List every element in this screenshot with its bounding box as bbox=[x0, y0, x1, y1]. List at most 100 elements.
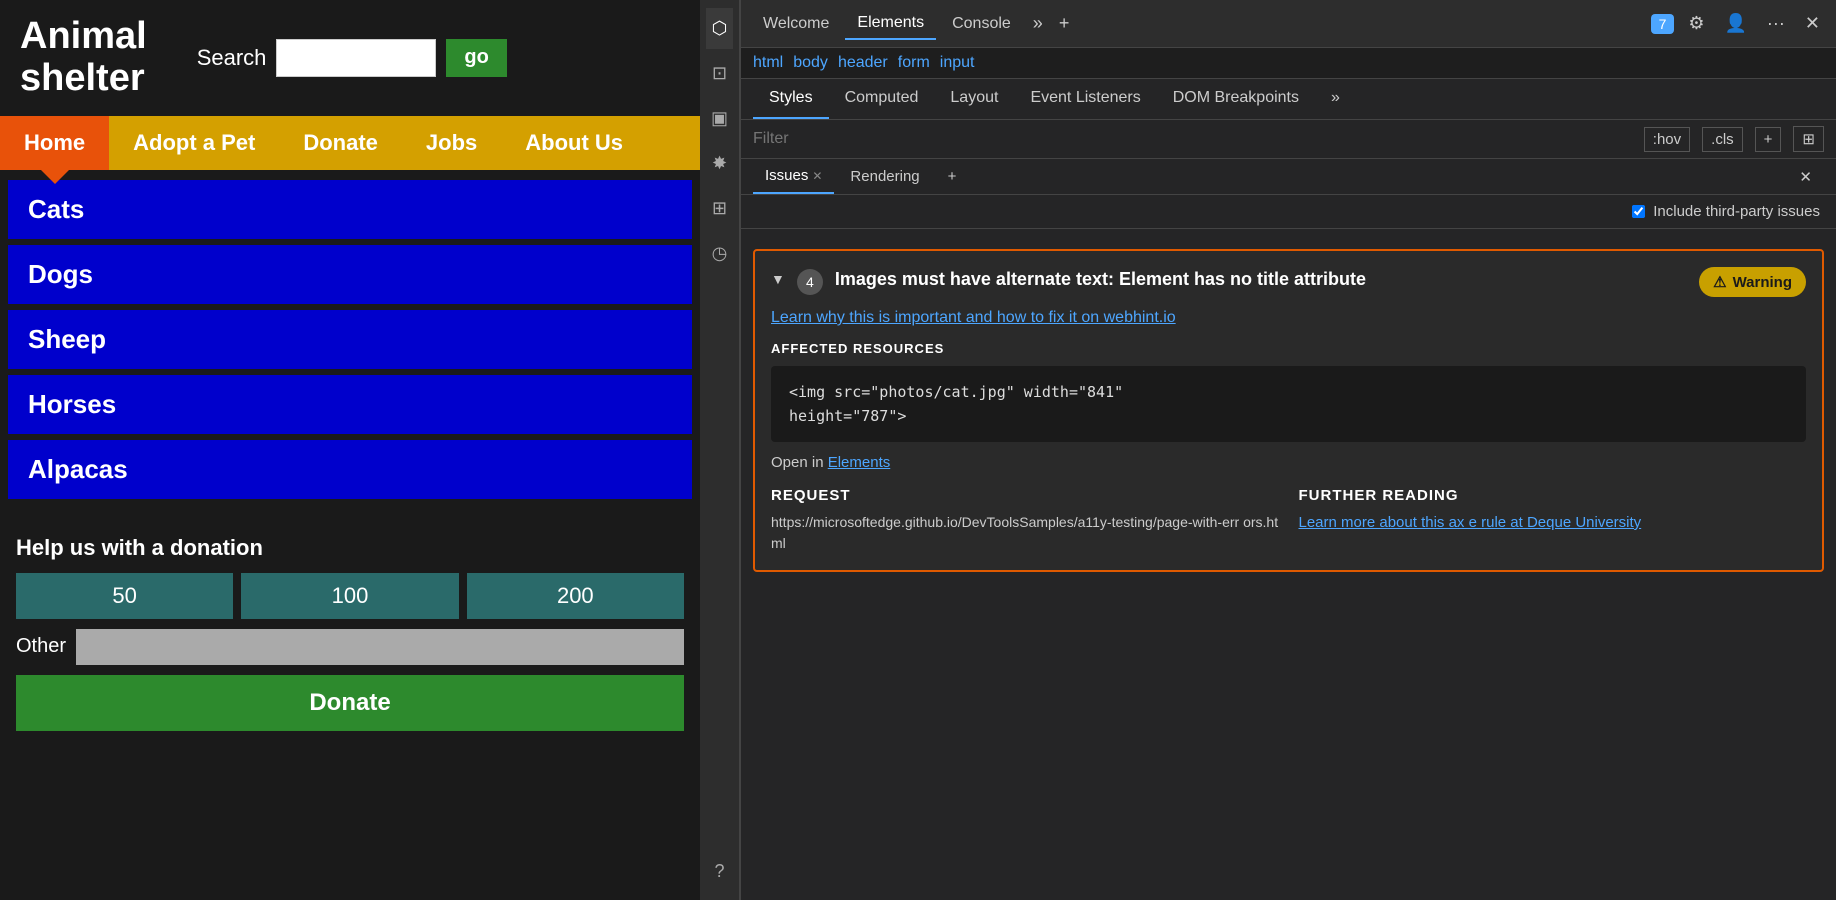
bc-form[interactable]: form bbox=[898, 54, 930, 72]
request-label: REQUEST bbox=[771, 487, 1279, 504]
open-in-elements: Open in Elements bbox=[771, 454, 1806, 471]
amount-50[interactable]: 50 bbox=[16, 573, 233, 619]
issue-title: Images must have alternate text: Element… bbox=[835, 267, 1366, 292]
more-options-icon[interactable]: ··· bbox=[1761, 9, 1791, 38]
issue-card: ▼ 4 Images must have alternate text: Ele… bbox=[753, 249, 1824, 572]
affected-label: AFFECTED RESOURCES bbox=[771, 341, 1806, 356]
help-icon[interactable]: ? bbox=[708, 851, 730, 892]
new-rule-icon[interactable]: ⊞ bbox=[1793, 126, 1824, 152]
request-section: REQUEST https://microsoftedge.github.io/… bbox=[771, 487, 1279, 554]
add-style-button[interactable]: + bbox=[1755, 127, 1782, 152]
rendering-label: Rendering bbox=[850, 168, 919, 185]
other-input[interactable] bbox=[76, 629, 684, 665]
nav-item-about[interactable]: About Us bbox=[501, 116, 647, 170]
include-row: Include third-party issues bbox=[741, 195, 1836, 229]
nav-item-home[interactable]: Home bbox=[0, 116, 109, 170]
issues-label: Issues bbox=[765, 167, 808, 184]
further-link[interactable]: Learn more about this ax e rule at Deque… bbox=[1299, 514, 1642, 531]
issues-content: ▼ 4 Images must have alternate text: Ele… bbox=[741, 229, 1836, 900]
subtab-layout[interactable]: Layout bbox=[934, 79, 1014, 119]
issue-header: ▼ 4 Images must have alternate text: Ele… bbox=[771, 267, 1806, 297]
search-input[interactable] bbox=[276, 39, 436, 77]
donation-title: Help us with a donation bbox=[16, 535, 684, 561]
sub-tabs: Styles Computed Layout Event Listeners D… bbox=[741, 79, 1836, 120]
other-label: Other bbox=[16, 635, 66, 658]
user-icon[interactable]: 👤 bbox=[1719, 9, 1753, 38]
inspect-icon[interactable]: ⊡ bbox=[706, 53, 733, 94]
timer-icon[interactable]: ◷ bbox=[706, 233, 734, 274]
subtab-more[interactable]: » bbox=[1315, 79, 1356, 119]
search-label: Search bbox=[197, 45, 267, 71]
third-party-label: Include third-party issues bbox=[1653, 203, 1820, 220]
nav-item-adopt[interactable]: Adopt a Pet bbox=[109, 116, 279, 170]
more-tabs-icon[interactable]: » bbox=[1027, 9, 1049, 38]
subtab-computed[interactable]: Computed bbox=[829, 79, 935, 119]
nav-item-jobs[interactable]: Jobs bbox=[402, 116, 501, 170]
warning-icon: ⚠ bbox=[1713, 273, 1726, 291]
other-row: Other bbox=[16, 629, 684, 665]
tab-welcome[interactable]: Welcome bbox=[751, 9, 841, 39]
animal-horses[interactable]: Horses bbox=[8, 375, 692, 434]
expand-button[interactable]: ▼ bbox=[771, 271, 785, 287]
bottom-tab-issues[interactable]: Issues ✕ bbox=[753, 159, 834, 194]
bottom-tabs-bar: Issues ✕ Rendering + ✕ bbox=[741, 159, 1836, 195]
bc-header[interactable]: header bbox=[838, 54, 888, 72]
settings-icon[interactable]: ⚙ bbox=[1682, 9, 1710, 38]
bottom-grid: REQUEST https://microsoftedge.github.io/… bbox=[771, 487, 1806, 554]
tab-elements[interactable]: Elements bbox=[845, 8, 936, 40]
donate-button[interactable]: Donate bbox=[16, 675, 684, 731]
device-icon[interactable]: ▣ bbox=[705, 98, 734, 139]
bc-html[interactable]: html bbox=[753, 54, 783, 72]
code-content: <img src="photos/cat.jpg" width="841" he… bbox=[789, 383, 1123, 425]
performance-icon[interactable]: ⊞ bbox=[706, 188, 733, 229]
bc-body[interactable]: body bbox=[793, 54, 828, 72]
donation-section: Help us with a donation 50 100 200 Other… bbox=[0, 519, 700, 747]
open-in-text: Open in bbox=[771, 454, 824, 471]
donation-amounts: 50 100 200 bbox=[16, 573, 684, 619]
filter-bar: :hov .cls + ⊞ bbox=[741, 120, 1836, 159]
cls-button[interactable]: .cls bbox=[1702, 127, 1743, 152]
shelter-title: Animal shelter bbox=[20, 16, 147, 100]
amount-200[interactable]: 200 bbox=[467, 573, 684, 619]
cursor-icon[interactable]: ⬡ bbox=[706, 8, 734, 49]
subtab-styles[interactable]: Styles bbox=[753, 79, 829, 119]
add-bottom-tab[interactable]: + bbox=[936, 160, 969, 193]
devtools-panel: Welcome Elements Console » + 7 ⚙ 👤 ··· ✕… bbox=[740, 0, 1836, 900]
issues-close-icon[interactable]: ✕ bbox=[812, 169, 822, 183]
request-url: https://microsoftedge.github.io/DevTools… bbox=[771, 512, 1279, 554]
elements-link[interactable]: Elements bbox=[828, 454, 891, 471]
subtab-event-listeners[interactable]: Event Listeners bbox=[1014, 79, 1156, 119]
warning-badge: ⚠ Warning bbox=[1699, 267, 1806, 297]
subtab-dom-breakpoints[interactable]: DOM Breakpoints bbox=[1157, 79, 1315, 119]
nav-item-donate[interactable]: Donate bbox=[279, 116, 402, 170]
further-label: FURTHER READING bbox=[1299, 487, 1807, 504]
sidebar-icons: ⬡ ⊡ ▣ ✸ ⊞ ◷ ? bbox=[700, 0, 740, 900]
issue-link[interactable]: Learn why this is important and how to f… bbox=[771, 309, 1806, 327]
nav-bar: Home Adopt a Pet Donate Jobs About Us bbox=[0, 116, 700, 170]
bc-input[interactable]: input bbox=[940, 54, 975, 72]
shelter-header: Animal shelter Search go bbox=[0, 0, 700, 116]
search-area: Search go bbox=[197, 39, 507, 77]
further-section: FURTHER READING Learn more about this ax… bbox=[1299, 487, 1807, 554]
filter-input[interactable] bbox=[753, 130, 1632, 148]
hov-button[interactable]: :hov bbox=[1644, 127, 1690, 152]
bug-icon[interactable]: ✸ bbox=[706, 143, 733, 184]
code-block: <img src="photos/cat.jpg" width="841" he… bbox=[771, 366, 1806, 442]
tab-console[interactable]: Console bbox=[940, 9, 1023, 39]
animal-alpacas[interactable]: Alpacas bbox=[8, 440, 692, 499]
go-button[interactable]: go bbox=[446, 39, 506, 77]
breadcrumb-bar: html body header form input bbox=[741, 48, 1836, 79]
issue-count: 4 bbox=[797, 269, 823, 295]
warning-label: Warning bbox=[1733, 274, 1792, 291]
devtools-toolbar: Welcome Elements Console » + 7 ⚙ 👤 ··· ✕ bbox=[741, 0, 1836, 48]
third-party-checkbox[interactable] bbox=[1632, 205, 1645, 218]
animal-cats[interactable]: Cats bbox=[8, 180, 692, 239]
close-bottom-panel-icon[interactable]: ✕ bbox=[1787, 160, 1824, 194]
bottom-tab-rendering[interactable]: Rendering bbox=[838, 160, 931, 193]
animal-dogs[interactable]: Dogs bbox=[8, 245, 692, 304]
issue-header-left: ▼ 4 Images must have alternate text: Ele… bbox=[771, 267, 1366, 295]
animal-sheep[interactable]: Sheep bbox=[8, 310, 692, 369]
amount-100[interactable]: 100 bbox=[241, 573, 458, 619]
close-devtools-icon[interactable]: ✕ bbox=[1799, 9, 1826, 38]
add-tab-icon[interactable]: + bbox=[1053, 9, 1076, 38]
